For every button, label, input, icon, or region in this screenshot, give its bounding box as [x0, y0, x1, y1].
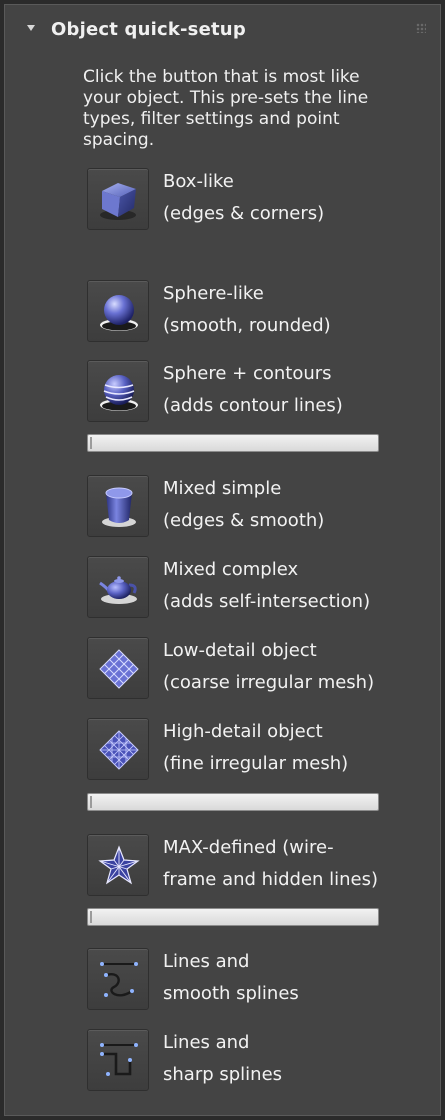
- preset-subtitle: (fine irregular mesh): [163, 753, 349, 774]
- preset-high-detail[interactable]: High-detail object (fine irregular mesh): [83, 716, 413, 780]
- object-quick-setup-rollout: Object quick-setup Click the button that…: [4, 4, 441, 1116]
- sphere-like-button[interactable]: [87, 280, 149, 342]
- preset-title: Low-detail object: [163, 640, 317, 661]
- sphere-icon: [100, 295, 138, 331]
- preset-subtitle: (adds contour lines): [163, 395, 343, 416]
- cylinder-icon: [102, 487, 136, 527]
- preset-smooth-splines[interactable]: Lines and smooth splines: [83, 946, 413, 1010]
- preset-mixed-complex[interactable]: Mixed complex (adds self-intersection): [83, 554, 413, 618]
- preset-sphere-contours[interactable]: Sphere + contours (adds contour lines): [83, 358, 413, 422]
- preset-title: Mixed complex: [163, 559, 299, 580]
- high-detail-button[interactable]: [87, 718, 149, 780]
- preset-subtitle: (adds self-intersection): [163, 591, 371, 612]
- collapse-arrow-icon[interactable]: [27, 25, 35, 31]
- wireframe-star-icon: [98, 845, 140, 885]
- sharp-spline-icon: [100, 1043, 138, 1076]
- preset-max-defined[interactable]: MAX-defined (wire- frame and hidden line…: [83, 832, 413, 896]
- sharp-splines-button[interactable]: [87, 1029, 149, 1091]
- preset-title: Mixed simple: [163, 478, 282, 499]
- smooth-spline-icon: [100, 962, 138, 997]
- preset-low-detail[interactable]: Low-detail object (coarse irregular mesh…: [83, 635, 413, 699]
- preset-title: MAX-defined (wire-: [163, 837, 334, 858]
- preset-sphere-like[interactable]: Sphere-like (smooth, rounded): [83, 278, 413, 342]
- preset-title: Lines and: [163, 1032, 250, 1053]
- drag-grip-icon[interactable]: [416, 23, 426, 33]
- preset-subtitle: (edges & corners): [163, 203, 325, 224]
- separator-bar: [87, 908, 379, 926]
- preset-title: Sphere-like: [163, 283, 264, 304]
- preset-title: Sphere + contours: [163, 363, 332, 384]
- teapot-icon: [99, 576, 137, 604]
- preset-subtitle: frame and hidden lines): [163, 869, 379, 890]
- max-defined-button[interactable]: [87, 834, 149, 896]
- preset-mixed-simple[interactable]: Mixed simple (edges & smooth): [83, 473, 413, 537]
- preset-subtitle: (edges & smooth): [163, 510, 325, 531]
- preset-subtitle: (smooth, rounded): [163, 315, 331, 336]
- mixed-simple-button[interactable]: [87, 475, 149, 537]
- preset-box-like[interactable]: Box-like (edges & corners): [83, 166, 413, 230]
- mixed-complex-button[interactable]: [87, 556, 149, 618]
- preset-title: Box-like: [163, 171, 234, 192]
- box-like-button[interactable]: [87, 168, 149, 230]
- preset-subtitle: (coarse irregular mesh): [163, 672, 375, 693]
- fine-mesh-icon: [99, 730, 139, 770]
- rollout-title: Object quick-setup: [51, 19, 246, 40]
- preset-sharp-splines[interactable]: Lines and sharp splines: [83, 1027, 413, 1091]
- preset-subtitle: smooth splines: [163, 983, 299, 1004]
- sphere-contours-icon: [100, 375, 138, 411]
- sphere-contours-button[interactable]: [87, 360, 149, 422]
- separator-bar: [87, 434, 379, 452]
- separator-bar: [87, 793, 379, 811]
- box-icon: [100, 183, 136, 220]
- preset-subtitle: sharp splines: [163, 1064, 283, 1085]
- preset-title: Lines and: [163, 951, 250, 972]
- rollout-header[interactable]: Object quick-setup: [5, 5, 440, 57]
- low-detail-button[interactable]: [87, 637, 149, 699]
- smooth-splines-button[interactable]: [87, 948, 149, 1010]
- preset-title: High-detail object: [163, 721, 323, 742]
- coarse-mesh-icon: [99, 649, 139, 689]
- intro-text: Click the button that is most like your …: [83, 67, 369, 150]
